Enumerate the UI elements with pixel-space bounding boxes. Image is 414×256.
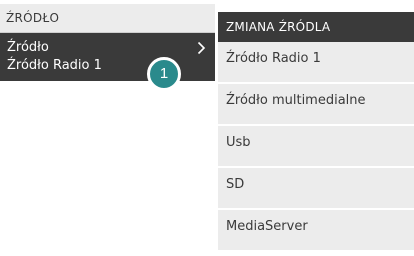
change-source-header: ZMIANA ŹRÓDLA: [218, 12, 414, 42]
source-option-radio-1[interactable]: Źródło Radio 1: [218, 42, 414, 84]
source-option-usb[interactable]: Usb: [218, 126, 414, 168]
source-option-label: SD: [226, 177, 245, 192]
step-number-badge: 1: [147, 57, 181, 91]
source-option-multimedia[interactable]: Źródło multimedialne: [218, 84, 414, 126]
source-label: Źródło: [7, 40, 49, 55]
source-option-sd[interactable]: SD: [218, 168, 414, 210]
source-option-label: Źródło multimedialne: [226, 93, 366, 108]
source-value: Źródło Radio 1: [7, 58, 102, 73]
source-option-mediaserver[interactable]: MediaServer: [218, 210, 414, 252]
chevron-right-icon: [197, 41, 206, 55]
source-header: ŹRÓDŁO: [0, 4, 215, 33]
source-option-label: Usb: [226, 135, 251, 150]
source-options-list: Źródło Radio 1 Źródło multimedialne Usb …: [218, 42, 414, 252]
source-selector[interactable]: Źródło Źródło Radio 1: [0, 33, 215, 81]
source-option-label: Źródło Radio 1: [226, 51, 321, 66]
source-option-label: MediaServer: [226, 219, 308, 234]
